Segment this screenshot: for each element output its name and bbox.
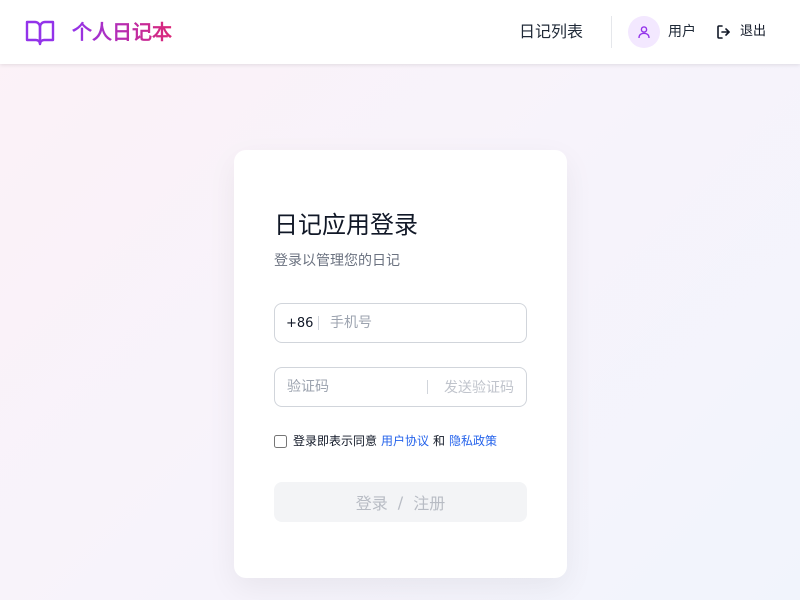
register-label: 注册 [413,494,446,513]
book-open-icon [25,20,55,46]
agree-checkbox[interactable] [274,434,287,448]
login-subtitle: 登录以管理您的日记 [274,253,400,269]
brand-title: 个人日记本 [72,16,172,48]
logout-label: 退出 [740,24,767,39]
agree-and-text: 和 [433,434,446,448]
logout-icon [717,25,730,39]
send-code-button[interactable]: 发送验证码 [444,377,514,397]
user-icon [638,26,650,39]
login-card: 日记应用登录 登录以管理您的日记 +86 发送验证码 登录即表示同意 用户协议 … [234,150,567,578]
verification-code-input[interactable] [287,379,415,395]
user-name[interactable]: 用户 [668,22,696,42]
brand[interactable]: 个人日记本 [24,16,172,48]
phone-field: +86 [274,303,527,343]
code-divider [427,380,428,394]
agree-text: 登录即表示同意 [293,434,378,448]
login-label: 登录 [355,494,388,513]
agreement-row: 登录即表示同意 用户协议 和 隐私政策 [274,432,497,450]
prefix-divider [318,316,319,330]
logout-button[interactable]: 退出 [716,22,766,42]
user-avatar[interactable] [628,16,660,48]
code-field: 发送验证码 [274,367,527,407]
user-agreement-link[interactable]: 用户协议 [381,432,429,450]
nav-diary-list-link[interactable]: 日记列表 [519,20,583,44]
privacy-policy-link[interactable]: 隐私政策 [449,432,497,450]
login-title: 日记应用登录 [274,211,418,239]
phone-input[interactable] [330,315,510,331]
submit-separator: / [397,492,404,512]
nav-divider [611,16,612,48]
country-code-prefix[interactable]: +86 [286,316,318,331]
top-navbar: 个人日记本 日记列表 用户 退出 [0,0,800,64]
login-register-button[interactable]: 登录 / 注册 [274,482,527,522]
